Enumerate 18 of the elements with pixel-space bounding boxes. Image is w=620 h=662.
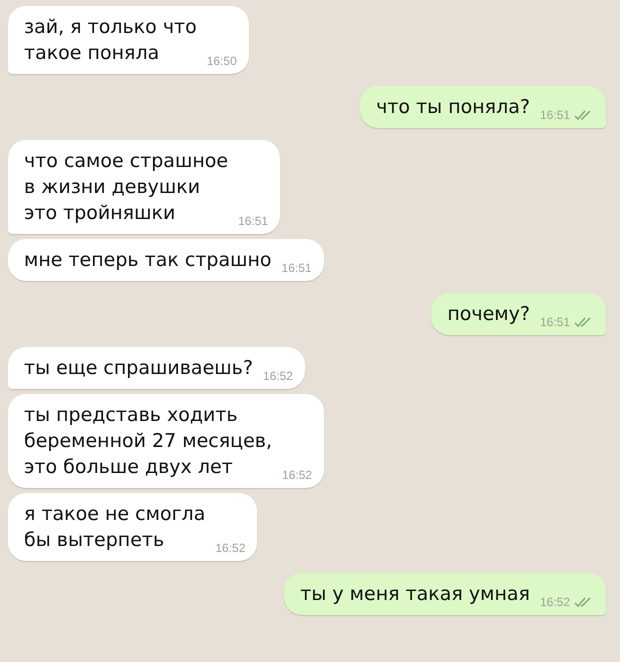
message-time: 16:51 [238,214,268,228]
message-text: что самое страшное в жизни девушки это тройняшки [24,149,228,226]
message-time: 16:52 [540,595,570,609]
message-text: ты еще спрашиваешь? [24,356,253,381]
message-time: 16:50 [206,54,237,68]
message-text: ты представь ходить беременной 27 месяцев, это больше двух лет [24,403,272,480]
message-time: 16:52 [262,369,293,383]
message-text: ты у меня такая умная [300,582,530,607]
message-text: что ты поняла? [376,95,530,120]
message-time: 16:51 [282,261,312,275]
message-text: зай, я только что такое поняла [24,15,197,66]
message-text: мне теперь так страшно [24,248,272,273]
message-time: 16:52 [282,468,312,482]
message-text: я такое не смогла бы вытерпеть [24,502,206,553]
message-time: 16:52 [215,541,246,555]
message-text: почему? [447,302,530,327]
message-time: 16:51 [540,315,570,329]
message-time: 16:51 [540,108,570,122]
